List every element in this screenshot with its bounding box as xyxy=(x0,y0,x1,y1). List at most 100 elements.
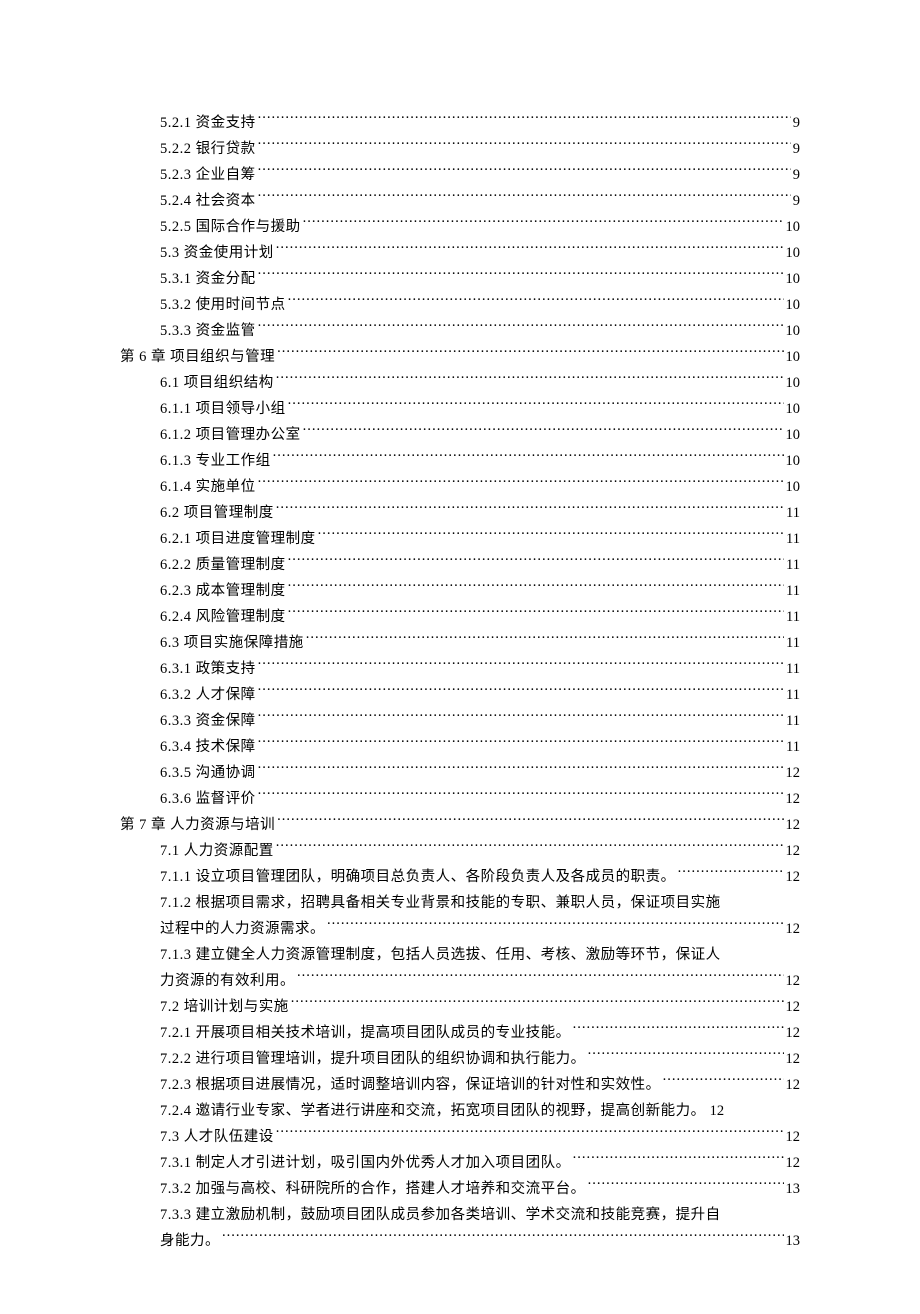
toc-page-number: 10 xyxy=(786,344,801,370)
toc-entry[interactable]: 5.3.2 使用时间节点10 xyxy=(120,292,800,318)
toc-entry[interactable]: 6.3.3 资金保障 11 xyxy=(120,708,800,734)
toc-entry-title: 6.3.1 政策支持 xyxy=(160,656,256,682)
toc-entry-continuation[interactable]: 身能力。 13 xyxy=(120,1228,800,1254)
toc-entry[interactable]: 7.1.3 建立健全人力资源管理制度，包括人员选拔、任用、考核、激励等环节，保证… xyxy=(120,942,800,968)
toc-leader-dots xyxy=(276,373,784,388)
toc-entry-title: 第 6 章 项目组织与管理 xyxy=(120,344,275,370)
toc-entry[interactable]: 6.2.2 质量管理制度11 xyxy=(120,552,800,578)
toc-leader-dots xyxy=(258,477,784,492)
toc-leader-dots xyxy=(258,737,784,752)
toc-page-number: 12 xyxy=(786,812,801,838)
toc-entry[interactable]: 7.3 人才队伍建设 12 xyxy=(120,1124,800,1150)
toc-entry[interactable]: 7.2 培训计划与实施 12 xyxy=(120,994,800,1020)
toc-leader-dots xyxy=(303,217,784,232)
toc-entry[interactable]: 6.1.4 实施单位 10 xyxy=(120,474,800,500)
toc-entry-title: 7.2 培训计划与实施 xyxy=(160,994,289,1020)
toc-page-number: 10 xyxy=(786,448,801,474)
toc-entry-title: 7.3 人才队伍建设 xyxy=(160,1124,274,1150)
toc-leader-dots xyxy=(297,971,784,986)
toc-entry-title: 5.2.5 国际合作与援助 xyxy=(160,214,301,240)
toc-leader-dots xyxy=(258,711,784,726)
toc-entry-title: 过程中的人力资源需求。 xyxy=(160,916,325,942)
toc-page-number: 12 xyxy=(786,994,801,1020)
toc-entry[interactable]: 5.2.1 资金支持9 xyxy=(120,110,800,136)
toc-entry[interactable]: 第 6 章 项目组织与管理 10 xyxy=(120,344,800,370)
toc-page-number: 12 xyxy=(786,786,801,812)
toc-page-number: 10 xyxy=(786,396,801,422)
toc-entry[interactable]: 5.3.1 资金分配 10 xyxy=(120,266,800,292)
toc-entry[interactable]: 7.3.3 建立激励机制，鼓励项目团队成员参加各类培训、学术交流和技能竞赛，提升… xyxy=(120,1202,800,1228)
toc-page-number: 12 xyxy=(786,1072,801,1098)
toc-entry-title: 5.2.3 企业自筹 xyxy=(160,162,256,188)
toc-leader-dots xyxy=(288,295,784,310)
toc-leader-dots xyxy=(276,841,784,856)
toc-entry-title: 7.3.1 制定人才引进计划，吸引国内外优秀人才加入项目团队。 xyxy=(160,1150,571,1176)
toc-leader-dots xyxy=(258,763,784,778)
toc-entry-title: 7.2.4 邀请行业专家、学者进行讲座和交流，拓宽项目团队的视野，提高创新能力。 xyxy=(160,1098,706,1124)
toc-page-number: 11 xyxy=(786,734,800,760)
toc-page-number: 12 xyxy=(786,760,801,786)
toc-leader-dots xyxy=(258,789,784,804)
toc-entry[interactable]: 5.3 资金使用计划10 xyxy=(120,240,800,266)
toc-entry[interactable]: 6.3.6 监督评价 12 xyxy=(120,786,800,812)
table-of-contents: 5.2.1 资金支持95.2.2 银行贷款95.2.3 企业自筹95.2.4 社… xyxy=(120,110,800,1254)
toc-entry[interactable]: 6.2 项目管理制度11 xyxy=(120,500,800,526)
toc-entry[interactable]: 6.2.3 成本管理制度 11 xyxy=(120,578,800,604)
toc-page-number: 11 xyxy=(786,656,800,682)
toc-page-number: 9 xyxy=(793,136,800,162)
toc-entry-title: 6.2.3 成本管理制度 xyxy=(160,578,286,604)
toc-entry-title: 6.1 项目组织结构 xyxy=(160,370,274,396)
toc-page-number: 12 xyxy=(786,1046,801,1072)
toc-entry[interactable]: 6.1.1 项目领导小组10 xyxy=(120,396,800,422)
toc-entry[interactable]: 7.2.3 根据项目进展情况，适时调整培训内容，保证培训的针对性和实效性。 12 xyxy=(120,1072,800,1098)
toc-page-number: 10 xyxy=(786,266,801,292)
toc-entry[interactable]: 7.3.1 制定人才引进计划，吸引国内外优秀人才加入项目团队。 12 xyxy=(120,1150,800,1176)
toc-entry-title: 6.1.2 项目管理办公室 xyxy=(160,422,301,448)
toc-entry-title: 6.3.5 沟通协调 xyxy=(160,760,256,786)
toc-entry-title: 力资源的有效利用。 xyxy=(160,968,295,994)
toc-entry[interactable]: 第 7 章 人力资源与培训12 xyxy=(120,812,800,838)
toc-entry[interactable]: 6.1 项目组织结构 10 xyxy=(120,370,800,396)
toc-page-number: 12 xyxy=(786,1150,801,1176)
toc-entry[interactable]: 5.2.2 银行贷款9 xyxy=(120,136,800,162)
toc-entry[interactable]: 7.2.1 开展项目相关技术培训，提高项目团队成员的专业技能。 12 xyxy=(120,1020,800,1046)
toc-entry[interactable]: 6.3.2 人才保障 11 xyxy=(120,682,800,708)
toc-entry[interactable]: 6.3.5 沟通协调 12 xyxy=(120,760,800,786)
toc-entry[interactable]: 6.3 项目实施保障措施11 xyxy=(120,630,800,656)
toc-entry[interactable]: 6.3.4 技术保障 11 xyxy=(120,734,800,760)
toc-entry[interactable]: 7.2.2 进行项目管理培训，提升项目团队的组织协调和执行能力。 12 xyxy=(120,1046,800,1072)
toc-entry-title: 7.1.2 根据项目需求，招聘具备相关专业背景和技能的专职、兼职人员，保证项目实… xyxy=(160,890,721,916)
toc-leader-dots xyxy=(288,399,784,414)
toc-leader-dots xyxy=(588,1179,784,1194)
toc-entry-continuation[interactable]: 力资源的有效利用。 12 xyxy=(120,968,800,994)
toc-entry[interactable]: 6.2.1 项目进度管理制度11 xyxy=(120,526,800,552)
toc-entry[interactable]: 6.3.1 政策支持 11 xyxy=(120,656,800,682)
toc-entry[interactable]: 7.1.2 根据项目需求，招聘具备相关专业背景和技能的专职、兼职人员，保证项目实… xyxy=(120,890,800,916)
toc-entry[interactable]: 7.1.1 设立项目管理团队，明确项目总负责人、各阶段负责人及各成员的职责。 1… xyxy=(120,864,800,890)
toc-entry-continuation[interactable]: 过程中的人力资源需求。 12 xyxy=(120,916,800,942)
toc-page-number: 10 xyxy=(786,370,801,396)
toc-page-number: 10 xyxy=(786,292,801,318)
toc-entry[interactable]: 5.2.4 社会资本9 xyxy=(120,188,800,214)
toc-entry-title: 6.3.4 技术保障 xyxy=(160,734,256,760)
toc-entry[interactable]: 5.2.3 企业自筹9 xyxy=(120,162,800,188)
toc-entry[interactable]: 5.3.3 资金监管 10 xyxy=(120,318,800,344)
toc-page-number: 12 xyxy=(786,1124,801,1150)
toc-leader-dots xyxy=(258,269,784,284)
toc-page-number: 11 xyxy=(786,578,800,604)
toc-entry-title: 7.1.3 建立健全人力资源管理制度，包括人员选拔、任用、考核、激励等环节，保证… xyxy=(160,942,721,968)
toc-entry-title: 7.1 人力资源配置 xyxy=(160,838,274,864)
toc-entry[interactable]: 7.2.4 邀请行业专家、学者进行讲座和交流，拓宽项目团队的视野，提高创新能力。… xyxy=(120,1098,800,1124)
toc-entry[interactable]: 7.3.2 加强与高校、科研院所的合作，搭建人才培养和交流平台。 13 xyxy=(120,1176,800,1202)
document-page: 5.2.1 资金支持95.2.2 银行贷款95.2.3 企业自筹95.2.4 社… xyxy=(0,0,920,1314)
toc-entry[interactable]: 6.1.2 项目管理办公室10 xyxy=(120,422,800,448)
toc-page-number: 12 xyxy=(786,1020,801,1046)
toc-entry[interactable]: 7.1 人力资源配置12 xyxy=(120,838,800,864)
toc-entry[interactable]: 6.1.3 专业工作组10 xyxy=(120,448,800,474)
toc-leader-dots xyxy=(276,1127,784,1142)
toc-page-number: 12 xyxy=(710,1098,725,1124)
toc-entry-title: 6.3.3 资金保障 xyxy=(160,708,256,734)
toc-entry[interactable]: 6.2.4 风险管理制度11 xyxy=(120,604,800,630)
toc-entry[interactable]: 5.2.5 国际合作与援助10 xyxy=(120,214,800,240)
toc-leader-dots xyxy=(288,607,784,622)
